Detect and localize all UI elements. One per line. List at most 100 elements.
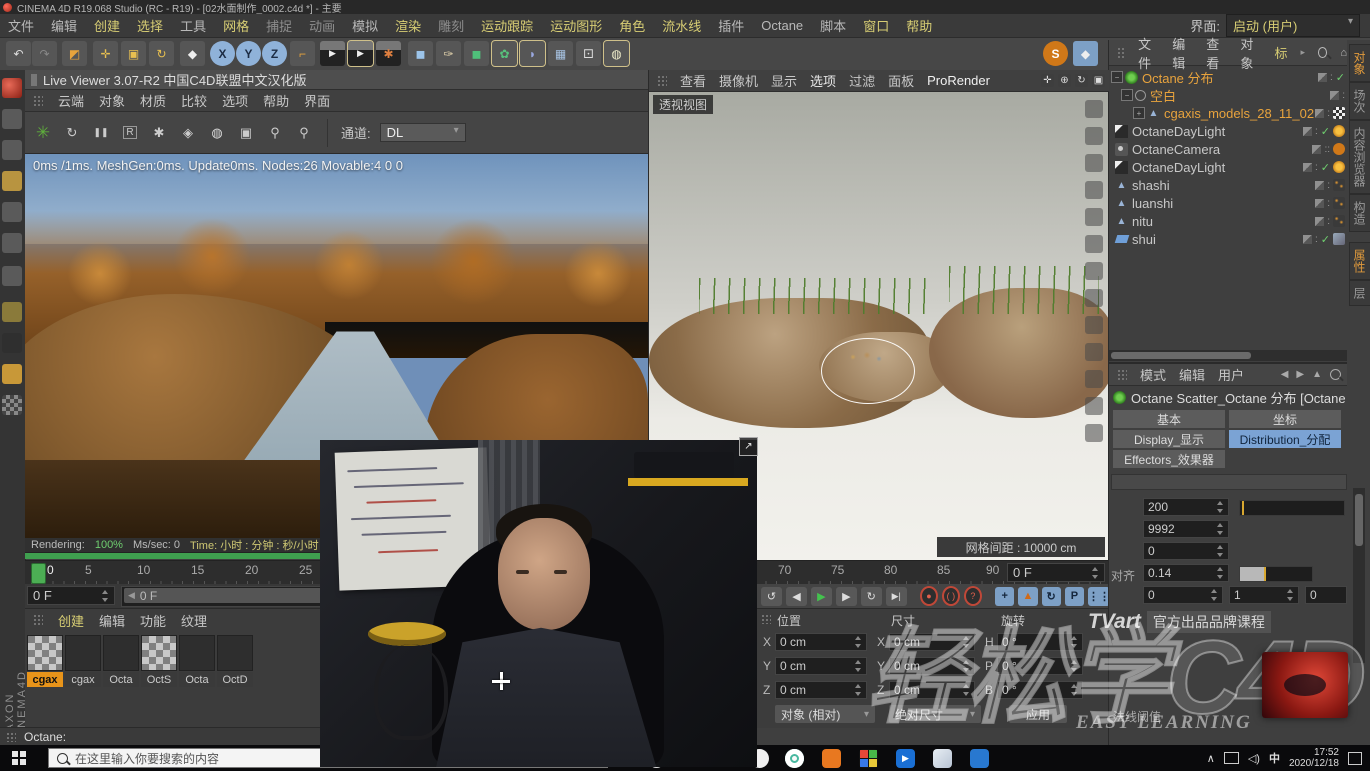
menu-octane[interactable]: Octane (761, 18, 803, 33)
viewport-strip-icon[interactable] (1085, 397, 1103, 415)
sun-tag-icon[interactable] (1333, 161, 1345, 173)
enable-axis-icon[interactable] (2, 302, 22, 322)
attr-menu-edit[interactable]: 编辑 (1179, 365, 1205, 384)
visibility-toggle[interactable] (1315, 109, 1324, 118)
menu-simulate[interactable]: 模拟 (352, 16, 378, 35)
om-menu-objects[interactable]: 对象 (1240, 34, 1261, 72)
seed-field[interactable]: 9992 (1143, 520, 1229, 538)
lv-menu-cloud[interactable]: 云端 (58, 91, 84, 110)
menu-edit[interactable]: 编辑 (51, 16, 77, 35)
undo-button[interactable] (6, 41, 31, 66)
lock-x-axis-button[interactable]: X (210, 41, 235, 66)
object-label[interactable]: Octane 分布 (1142, 68, 1214, 87)
viewport-strip-icon[interactable] (1085, 343, 1103, 361)
vp-menu-display[interactable]: 显示 (771, 71, 797, 90)
viewport-pan-icon[interactable]: ✛ (1041, 74, 1054, 87)
scale-tool[interactable] (121, 41, 146, 66)
visibility-toggle[interactable] (1315, 199, 1324, 208)
lv-menu-objects[interactable]: 对象 (99, 91, 125, 110)
material-thumbnail[interactable] (65, 635, 101, 671)
menu-file[interactable]: 文件 (8, 16, 34, 35)
menu-animate[interactable]: 动画 (309, 16, 335, 35)
collapse-icon[interactable]: − (1121, 89, 1133, 101)
tab-basic[interactable]: 基本 (1113, 410, 1225, 428)
network-icon[interactable] (1224, 752, 1239, 764)
tree-row[interactable]: OctaneCamera :: (1109, 140, 1347, 158)
count-slider[interactable] (1239, 500, 1345, 516)
menu-script[interactable]: 脚本 (820, 16, 846, 35)
om-menu-file[interactable]: 文件 (1138, 34, 1159, 72)
snap-settings-icon[interactable] (2, 395, 22, 415)
next-key-button[interactable] (836, 587, 857, 606)
tab-display[interactable]: Display_显示 (1113, 430, 1225, 448)
play-button[interactable] (811, 587, 832, 606)
goto-start-button[interactable] (761, 587, 782, 606)
material-name[interactable]: cgax (27, 672, 63, 687)
promo-thumbnail[interactable] (1262, 652, 1348, 718)
coord-mode-dropdown[interactable]: 对象 (相对) (775, 705, 875, 723)
object-label[interactable]: luanshi (1132, 196, 1173, 211)
channel-dropdown[interactable]: DL (380, 123, 466, 142)
tab-effectors[interactable]: Effectors_效果器 (1113, 450, 1225, 468)
taskbar-app-icon[interactable] (822, 749, 841, 768)
material-thumbnail[interactable] (217, 635, 253, 671)
focus-pick-button[interactable] (265, 123, 285, 143)
mat-menu-function[interactable]: 功能 (140, 611, 166, 630)
end-frame-field[interactable]: 0 F (1007, 563, 1105, 582)
object-label[interactable]: shui (1132, 232, 1156, 247)
object-label[interactable]: OctaneDayLight (1132, 160, 1225, 175)
expand-corner-icon[interactable]: ↗ (739, 437, 758, 456)
texture-tag-icon[interactable] (1333, 233, 1345, 245)
pause-render-button[interactable] (91, 123, 111, 143)
menu-mograph[interactable]: 运动图形 (550, 16, 602, 35)
viewport-strip-icon[interactable] (1085, 262, 1103, 280)
lock-y-axis-button[interactable]: Y (236, 41, 261, 66)
polygons-mode-icon[interactable] (2, 266, 22, 286)
viewport-strip-icon[interactable] (1085, 235, 1103, 253)
taskbar-app-icon[interactable] (785, 749, 804, 768)
spinner-icon[interactable] (1091, 567, 1099, 579)
tree-row[interactable]: + cgaxis_models_28_11_02 : (1109, 104, 1347, 122)
octane-logo-icon[interactable] (33, 123, 53, 143)
tab-layers[interactable]: 层 (1349, 280, 1370, 306)
texture-mode-icon[interactable] (2, 140, 22, 160)
tab-distribution[interactable]: Distribution_分配 (1229, 430, 1341, 448)
menu-render[interactable]: 渲染 (395, 16, 421, 35)
menu-plugins[interactable]: 插件 (718, 16, 744, 35)
visibility-toggle[interactable] (1315, 217, 1324, 226)
pos-y-field[interactable]: 0 cm (775, 657, 867, 675)
texture-tag-icon[interactable] (1333, 179, 1345, 191)
om-menu-edit[interactable]: 编辑 (1172, 34, 1193, 72)
primitive-cube-button[interactable] (408, 41, 433, 66)
viewport-strip-icon[interactable] (1085, 208, 1103, 226)
lv-menu-materials[interactable]: 材质 (140, 91, 166, 110)
tab-content-browser[interactable]: 内容浏览器 (1349, 120, 1370, 194)
spinner-icon[interactable] (1216, 545, 1224, 557)
taskbar-app-icon[interactable] (933, 749, 952, 768)
parent-object-icon[interactable]: ▲ (1312, 369, 1322, 380)
menu-create[interactable]: 创建 (94, 16, 120, 35)
sun-tag-icon[interactable] (1333, 125, 1345, 137)
visibility-toggle[interactable] (1312, 145, 1321, 154)
region-render-button[interactable] (120, 123, 140, 143)
object-label[interactable]: OctaneDayLight (1132, 124, 1225, 139)
pos-x-field[interactable]: 0 cm (775, 633, 867, 651)
menu-window[interactable]: 窗口 (863, 16, 889, 35)
render-settings-icon[interactable] (149, 123, 169, 143)
modeling-objects-button[interactable] (492, 41, 517, 66)
render-settings-button[interactable] (376, 41, 401, 66)
menu-overflow-icon[interactable]: ▸ (1301, 47, 1306, 58)
mat-menu-texture[interactable]: 纹理 (181, 611, 207, 630)
light-button[interactable] (604, 41, 629, 66)
material-ball-button[interactable] (207, 123, 227, 143)
texture-tag-icon[interactable] (1333, 107, 1345, 119)
octane-camera-tag-icon[interactable] (1333, 143, 1345, 155)
viewport-solo-icon[interactable] (2, 333, 22, 353)
lv-menu-options[interactable]: 选项 (222, 91, 248, 110)
spinner-icon[interactable] (854, 660, 862, 672)
taskbar-app-icon[interactable]: ▶ (896, 749, 915, 768)
visibility-toggle[interactable] (1303, 235, 1312, 244)
collapse-icon[interactable]: − (1111, 71, 1123, 83)
viewport-strip-icon[interactable] (1085, 181, 1103, 199)
material-thumbnail[interactable] (141, 635, 177, 671)
